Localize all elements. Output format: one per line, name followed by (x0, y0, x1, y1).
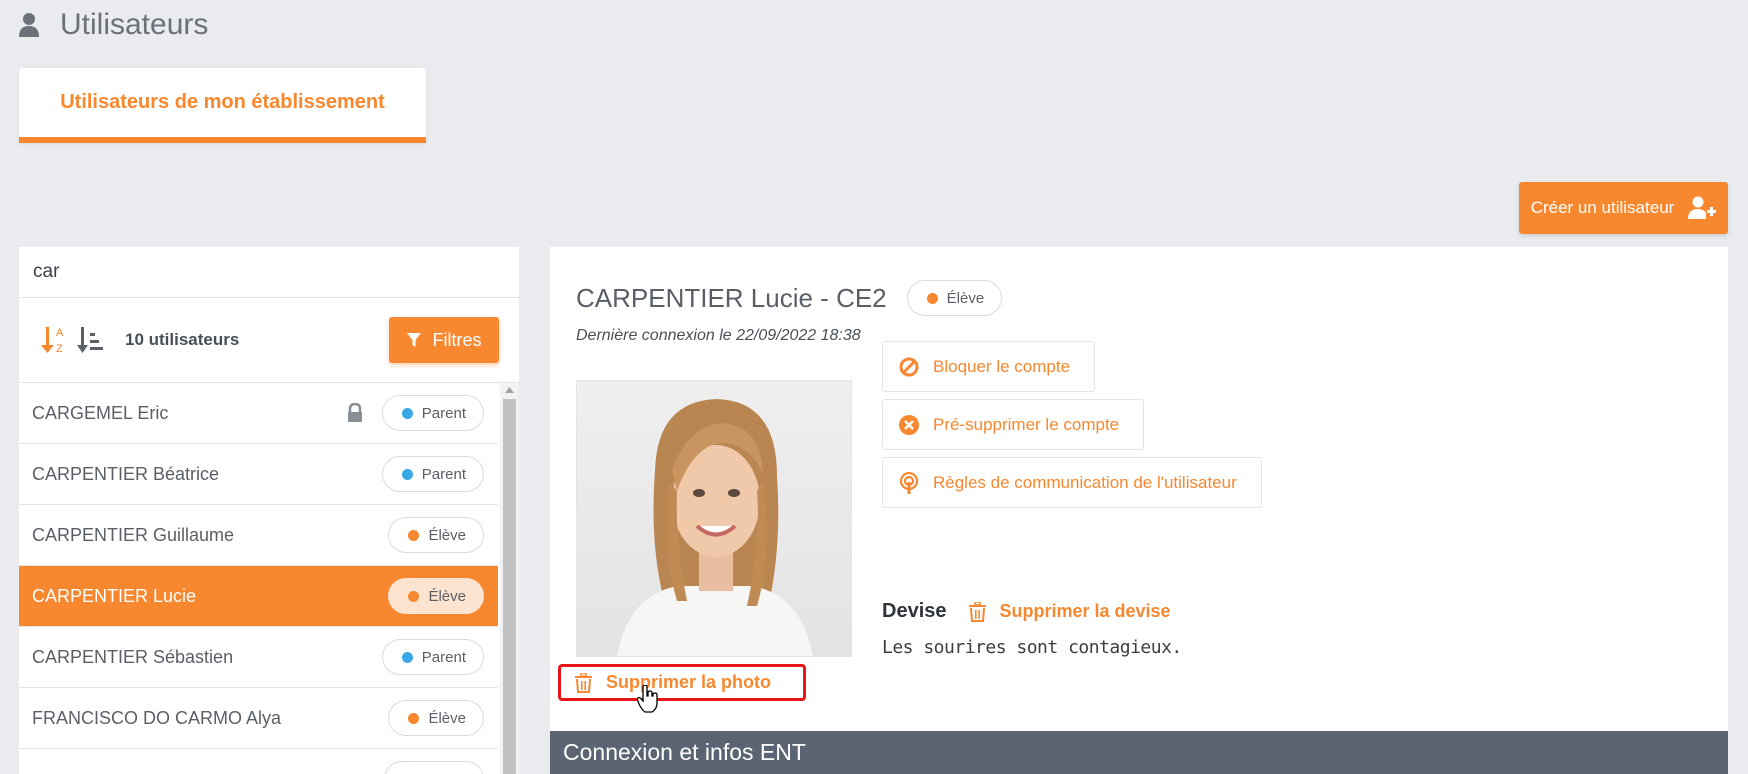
role-label: Élève (428, 709, 466, 727)
create-user-button[interactable]: Créer un utilisateur (1519, 182, 1728, 234)
scroll-up-arrow-icon[interactable] (500, 383, 519, 397)
list-item[interactable]: CARGEMEL Eric Parent (19, 383, 498, 444)
user-name: CARPENTIER Guillaume (32, 524, 235, 545)
trash-icon (575, 672, 592, 693)
user-count: 10 utilisateurs (125, 330, 240, 349)
create-user-label: Créer un utilisateur (1530, 198, 1675, 217)
list-item-selected[interactable]: CARPENTIER Lucie Élève (19, 566, 498, 627)
scrollbar[interactable] (500, 383, 519, 774)
role-dot (408, 712, 420, 724)
list-item[interactable]: FRANCISCO DO CARMO Alya Élève (19, 688, 498, 749)
role-badge: Parent (381, 456, 484, 492)
pre-delete-account-button[interactable]: Pré-supprimer le compte (882, 399, 1145, 450)
devise-title: Devise (882, 600, 947, 622)
role-label: Élève (428, 526, 466, 544)
role-badge: Parent (381, 639, 484, 675)
broadcast-icon (899, 471, 919, 494)
user-icon (19, 13, 39, 37)
list-item[interactable] (19, 749, 498, 774)
list-toolbar: A Z 10 utilisateurs Filtres (19, 298, 519, 383)
delete-devise-button[interactable]: Supprimer la devise (968, 601, 1171, 622)
sort-alpha-icon[interactable]: A Z (41, 324, 69, 356)
list-item[interactable]: CARPENTIER Sébastien Parent (19, 627, 498, 688)
communication-rules-label: Règles de communication de l'utilisateur (933, 472, 1237, 492)
search-input[interactable] (19, 247, 519, 298)
user-name: CARPENTIER Lucie (32, 585, 197, 606)
role-badge: Élève (388, 517, 484, 553)
list-item[interactable]: CARPENTIER Guillaume Élève (19, 505, 498, 566)
delete-photo-button[interactable]: Supprimer la photo (558, 664, 806, 701)
role-badge: Parent (381, 395, 484, 431)
detail-name: CARPENTIER Lucie - CE2 (576, 282, 887, 313)
svg-text:A: A (56, 327, 64, 339)
section-header[interactable]: Connexion et infos ENT (550, 731, 1728, 774)
role-dot (408, 590, 420, 602)
delete-photo-label: Supprimer la photo (606, 672, 772, 692)
delete-devise-label: Supprimer la devise (999, 601, 1171, 621)
devise-text: Les sourires sont contagieux. (882, 637, 1182, 658)
hand-cursor-icon (637, 685, 658, 713)
role-dot (401, 468, 413, 480)
role-dot (401, 651, 413, 663)
role-dot (401, 407, 413, 419)
user-name: CARPENTIER Sébastien (32, 646, 234, 667)
role-label: Élève (428, 587, 466, 605)
sort-list-icon[interactable] (77, 324, 105, 356)
role-label: Parent (421, 648, 466, 666)
role-dot (926, 292, 938, 304)
role-dot (408, 529, 420, 541)
list-item[interactable]: CARPENTIER Béatrice Parent (19, 444, 498, 505)
block-account-label: Bloquer le compte (933, 356, 1071, 376)
user-name: CARGEMEL Eric (32, 402, 169, 423)
user-detail-panel: CARPENTIER Lucie - CE2 Élève Dernière co… (550, 247, 1728, 774)
scroll-thumb[interactable] (503, 399, 516, 774)
filter-label: Filtres (432, 329, 482, 350)
lock-icon (347, 403, 362, 422)
communication-rules-button[interactable]: Règles de communication de l'utilisateur (882, 457, 1262, 508)
role-badge: Élève (906, 280, 1003, 316)
role-badge (384, 761, 484, 774)
x-circle-icon (899, 414, 919, 435)
page-header: Utilisateurs (18, 4, 208, 46)
role-label: Élève (946, 289, 985, 307)
tab-mon-etablissement[interactable]: Utilisateurs de mon établissement (19, 68, 426, 143)
devise-section: Devise Supprimer la devise (882, 600, 1171, 623)
user-list-panel: A Z 10 utilisateurs Filtres CARGEMEL Eri… (19, 247, 519, 774)
last-login: Dernière connexion le 22/09/2022 18:38 (576, 327, 861, 344)
user-list: CARGEMEL Eric Parent CARPENTIER Béatrice… (19, 383, 519, 774)
filter-button[interactable]: Filtres (389, 317, 499, 363)
user-photo (576, 380, 852, 657)
page-title: Utilisateurs (60, 8, 209, 41)
svg-text:Z: Z (56, 343, 63, 355)
role-label: Parent (421, 465, 466, 483)
section-title: Connexion et infos ENT (563, 739, 806, 765)
role-badge: Élève (388, 578, 484, 614)
filter-icon (406, 333, 421, 347)
role-label: Parent (421, 404, 466, 422)
user-name: CARPENTIER Béatrice (32, 463, 220, 484)
pre-delete-account-label: Pré-supprimer le compte (933, 414, 1120, 434)
detail-header: CARPENTIER Lucie - CE2 Élève (576, 280, 1003, 316)
trash-icon (968, 601, 986, 622)
block-account-button[interactable]: Bloquer le compte (882, 341, 1096, 392)
tab-label: Utilisateurs de mon établissement (60, 91, 385, 113)
user-name: FRANCISCO DO CARMO Alya (32, 707, 282, 728)
role-badge: Élève (388, 700, 484, 736)
block-icon (899, 357, 919, 376)
user-plus-icon (1688, 196, 1717, 219)
